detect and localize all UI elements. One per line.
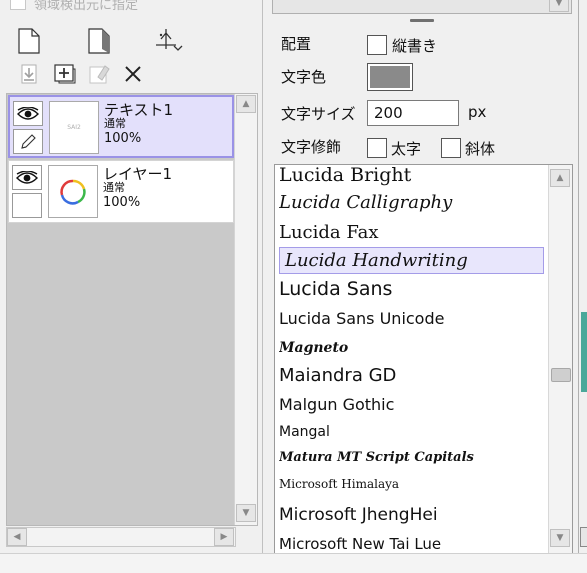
font-list-scrollbar[interactable]: ▲ ▼: [548, 165, 572, 553]
layer-opacity: 100%: [104, 131, 142, 146]
text-tool-icon: [156, 29, 183, 51]
delete-layer-button[interactable]: [120, 62, 146, 86]
panel-divider[interactable]: [262, 0, 268, 553]
edit-lock-toggle[interactable]: [13, 129, 43, 154]
eye-icon: [16, 170, 38, 184]
arrow-up-icon: ▲: [242, 99, 250, 109]
adjacent-panel-edge: [578, 0, 587, 553]
top-right-panel-edge: ▼: [272, 0, 572, 14]
scroll-left-button[interactable]: ◀: [7, 528, 27, 546]
transfer-down-button[interactable]: [16, 62, 42, 86]
clear-layer-button[interactable]: [86, 62, 112, 86]
layer-thumbnail: [48, 165, 98, 218]
font-list-item[interactable]: Magneto: [279, 337, 544, 359]
region-source-checkbox[interactable]: [10, 0, 26, 10]
text-color-label: 文字色: [281, 68, 327, 86]
arrow-up-icon: ▲: [556, 173, 564, 183]
font-list: Lucida Bright Lucida Calligraphy Lucida …: [274, 164, 573, 554]
new-folder-button[interactable]: [84, 26, 114, 56]
arrow-left-icon: ◀: [13, 532, 21, 542]
visibility-toggle[interactable]: [12, 165, 42, 190]
arrow-down-icon: ▼: [556, 533, 564, 543]
placement-label: 配置: [281, 35, 312, 53]
layer-row[interactable]: レイヤー1 通常 100%: [8, 160, 234, 223]
font-list-item[interactable]: Lucida Sans: [279, 276, 544, 302]
pencil-icon: [21, 133, 36, 149]
font-size-input[interactable]: 200: [367, 100, 459, 126]
layer-blend-mode: 通常: [103, 181, 125, 194]
font-size-label: 文字サイズ: [281, 105, 356, 123]
color-ring-thumbnail-icon: [60, 179, 86, 205]
font-list-item[interactable]: Lucida Sans Unicode: [279, 308, 544, 330]
scrollbar-thumb[interactable]: [551, 368, 571, 382]
font-list-item[interactable]: Microsoft JhengHei: [279, 502, 544, 528]
clear-layer-icon: [89, 65, 110, 84]
vertical-writing-label: 縦書き: [392, 37, 438, 55]
layer-blend-mode: 通常: [104, 117, 126, 130]
layer-list-horizontal-scrollbar[interactable]: ◀ ▶: [6, 527, 236, 547]
layer-list-vertical-scrollbar[interactable]: ▲ ▼: [234, 94, 257, 525]
bold-checkbox[interactable]: [367, 138, 387, 158]
splitter-handle[interactable]: [410, 19, 434, 22]
italic-checkbox[interactable]: [441, 138, 461, 158]
bottom-status-bar: [0, 553, 587, 573]
font-list-item[interactable]: Maiandra GD: [279, 364, 544, 388]
font-list-item[interactable]: Lucida Bright: [279, 165, 544, 187]
region-source-option: 領域検出元に指定: [0, 0, 262, 14]
region-source-label: 領域検出元に指定: [34, 0, 139, 13]
edit-lock-toggle[interactable]: [12, 193, 42, 218]
font-list-item-selected[interactable]: Lucida Handwriting: [279, 247, 544, 274]
scroll-down-button[interactable]: ▼: [236, 504, 256, 522]
arrow-down-icon: ▼: [242, 508, 250, 518]
arrow-right-icon: ▶: [220, 532, 228, 542]
font-list-item[interactable]: Lucida Calligraphy: [279, 191, 544, 215]
new-layer-button[interactable]: [14, 26, 44, 56]
font-size-unit: px: [468, 103, 487, 121]
merge-down-button[interactable]: [52, 62, 78, 86]
vertical-writing-checkbox[interactable]: [367, 35, 387, 55]
transfer-down-icon: [21, 64, 37, 84]
text-layer-tool-button[interactable]: [150, 26, 186, 56]
font-list-item[interactable]: Malgun Gothic: [279, 394, 544, 416]
layer-thumbnail: SAI2: [49, 101, 99, 154]
font-list-item[interactable]: Microsoft New Tai Lue: [279, 533, 544, 553]
bold-label: 太字: [391, 140, 422, 158]
font-list-item[interactable]: Lucida Fax: [279, 221, 544, 245]
italic-label: 斜体: [465, 140, 496, 158]
font-list-item[interactable]: Mangal: [279, 422, 544, 442]
scroll-up-button[interactable]: ▲: [550, 169, 570, 187]
layer-opacity: 100%: [103, 195, 141, 210]
eye-icon: [17, 106, 39, 120]
scroll-up-button[interactable]: ▲: [236, 95, 256, 113]
thumbnail-text: SAI2: [67, 124, 81, 131]
text-decoration-label: 文字修飾: [281, 138, 342, 156]
dropdown-button[interactable]: ▼: [549, 0, 569, 12]
new-layer-icon: [18, 28, 40, 54]
accent-strip: [581, 312, 587, 392]
layer-list: SAI2 テキスト1 通常 100% レイヤー1 通常 100%: [6, 93, 258, 526]
text-color-swatch[interactable]: [367, 63, 413, 91]
layer-row[interactable]: SAI2 テキスト1 通常 100%: [8, 95, 234, 158]
merge-layer-icon: [54, 64, 76, 84]
scroll-down-button[interactable]: ▼: [550, 529, 570, 547]
font-list-item[interactable]: Matura MT Script Capitals: [279, 447, 544, 469]
chevron-down-icon: ▼: [555, 0, 563, 8]
font-list-item[interactable]: Microsoft Himalaya: [279, 474, 544, 494]
delete-layer-icon: [125, 66, 141, 82]
color-fill: [370, 66, 410, 88]
scroll-right-button[interactable]: ▶: [214, 528, 234, 546]
visibility-toggle[interactable]: [13, 101, 43, 126]
adjacent-scroll-button[interactable]: [580, 527, 587, 547]
new-folder-icon: [88, 28, 110, 54]
